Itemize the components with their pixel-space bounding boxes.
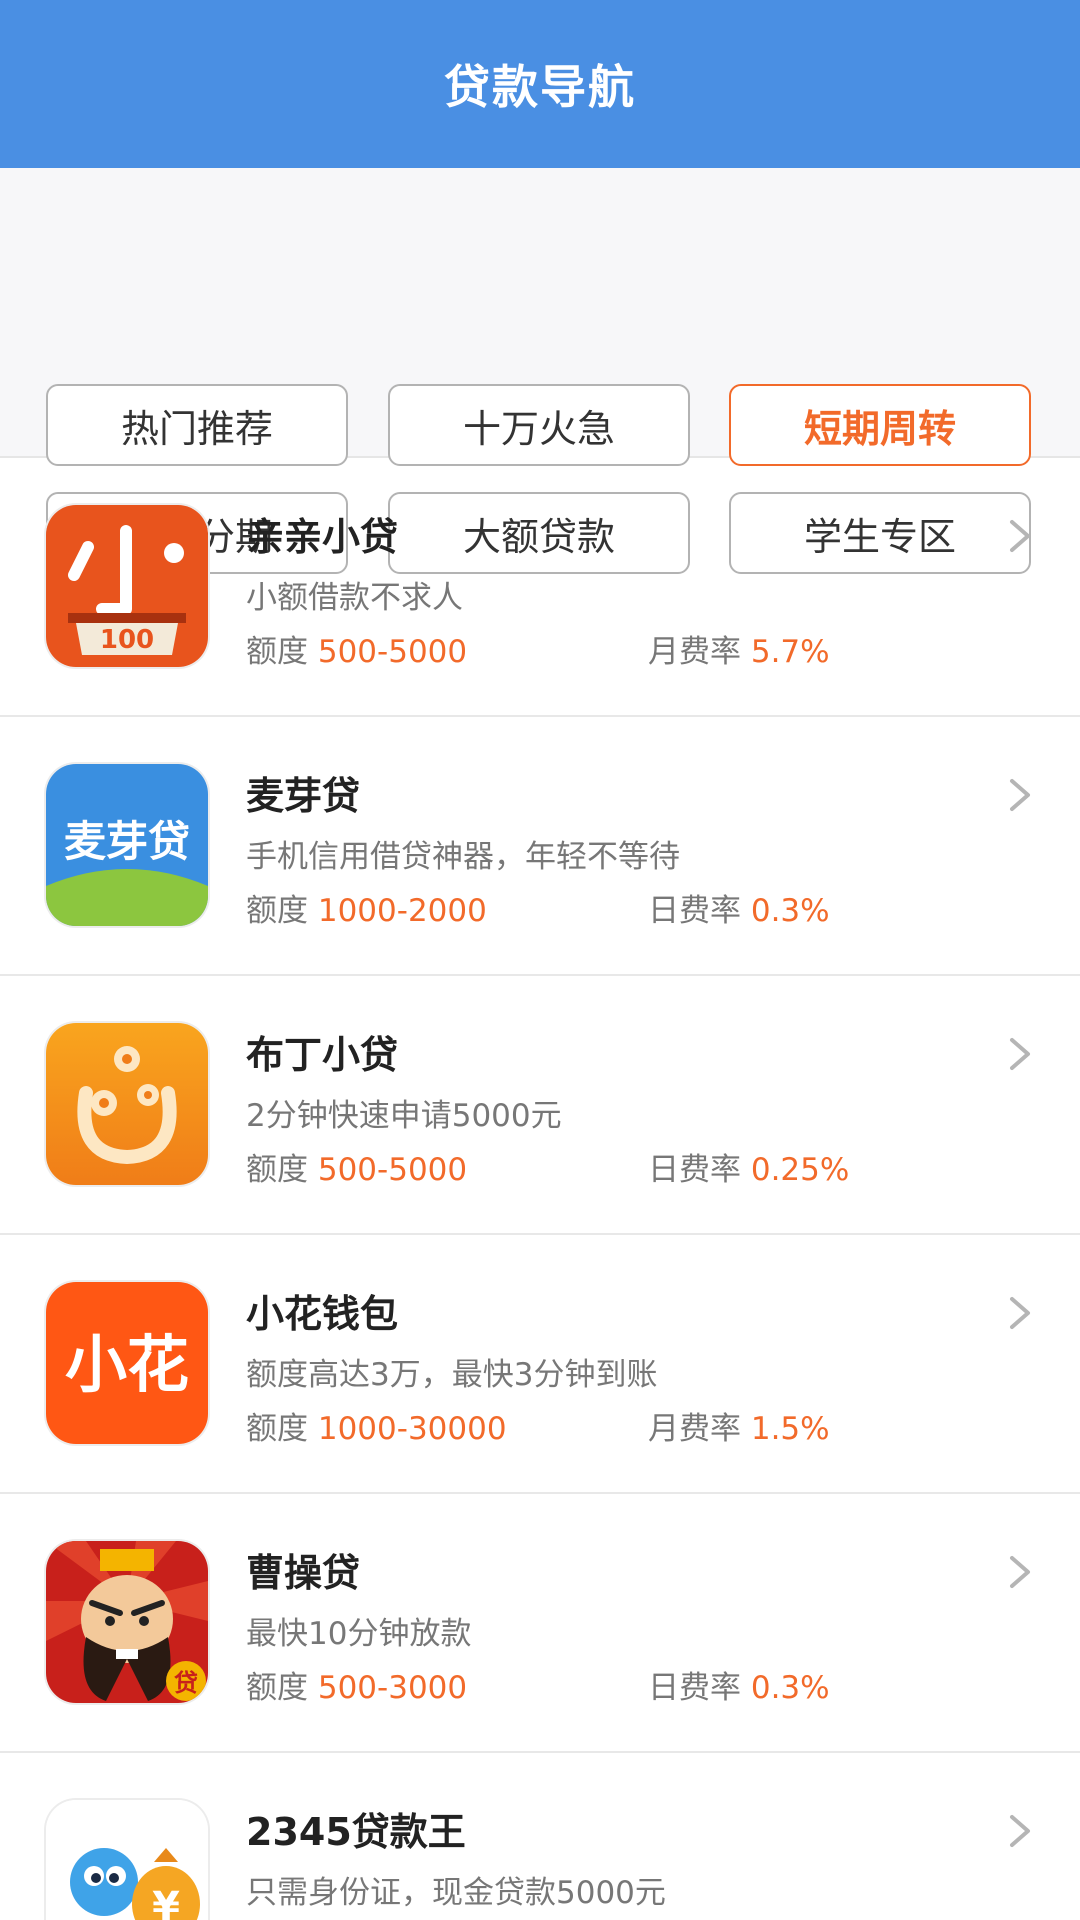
chevron-right-icon [1010,1297,1030,1329]
loan-item-caocao[interactable]: 贷 曹操贷 最快10分钟放款 额度 500-3000 日费率 0.3% [0,1494,1080,1753]
loan-name: 亲亲小贷 [246,515,399,559]
svg-text:100: 100 [100,625,154,655]
daikuanwang-icon: ¥ [46,1800,208,1920]
caocao-icon: 贷 [46,1541,208,1703]
loan-item-2345[interactable]: ¥ 2345贷款王 只需身份证，现金贷款5000元 [0,1753,1080,1920]
loan-item-maiya[interactable]: 麦芽贷 麦芽贷 手机信用借贷神器，年轻不等待 额度 1000-2000 日费率 … [0,717,1080,976]
loan-name: 布丁小贷 [246,1033,399,1077]
filter-urgent-button[interactable]: 十万火急 [388,384,690,466]
loan-amount: 额度 500-3000 [246,1670,468,1706]
loan-rate: 日费率 0.3% [648,1670,830,1706]
loan-rate: 月费率 5.7% [648,634,830,670]
svg-text:¥: ¥ [152,1884,180,1920]
page-title: 贷款导航 [444,60,636,114]
loan-rate: 日费率 0.25% [648,1152,850,1188]
loan-amount: 额度 500-5000 [246,1152,468,1188]
loan-name: 曹操贷 [246,1551,361,1595]
svg-text:贷: 贷 [174,1669,198,1697]
loan-rate: 日费率 0.3% [648,893,830,929]
loan-description: 小额借款不求人 [246,580,463,616]
loan-description: 只需身份证，现金贷款5000元 [246,1875,666,1911]
xiaohua-icon: 小花 [46,1282,208,1444]
svg-text:小花: 小花 [65,1328,189,1401]
loan-amount: 额度 1000-30000 [246,1411,507,1447]
loan-description: 最快10分钟放款 [246,1616,472,1652]
qinqin-icon: 100 [46,505,208,667]
buding-icon [46,1023,208,1185]
chevron-right-icon [1010,779,1030,811]
svg-text:麦芽贷: 麦芽贷 [64,817,190,866]
loan-item-xiaohua[interactable]: 小花 小花钱包 额度高达3万，最快3分钟到账 额度 1000-30000 月费率… [0,1235,1080,1494]
maiya-icon: 麦芽贷 [46,764,208,926]
loan-item-qinqin[interactable]: 100 亲亲小贷 小额借款不求人 额度 500-5000 月费率 5.7% [0,458,1080,717]
loan-description: 额度高达3万，最快3分钟到账 [246,1357,658,1393]
filter-short-term-button[interactable]: 短期周转 [729,384,1031,466]
chevron-right-icon [1010,1038,1030,1070]
app-header: 贷款导航 [0,0,1080,168]
loan-name: 小花钱包 [246,1292,399,1336]
loan-rate: 月费率 1.5% [648,1411,830,1447]
loan-name: 2345贷款王 [246,1810,466,1854]
chevron-right-icon [1010,1556,1030,1588]
loan-description: 手机信用借贷神器，年轻不等待 [246,839,680,875]
loan-amount: 额度 1000-2000 [246,893,487,929]
chevron-right-icon [1010,520,1030,552]
loan-name: 麦芽贷 [246,774,361,818]
filter-hot-recommend-button[interactable]: 热门推荐 [46,384,348,466]
category-filter-panel: 热门推荐 十万火急 短期周转 现金分期 大额贷款 学生专区 [0,168,1080,574]
loan-list: 100 亲亲小贷 小额借款不求人 额度 500-5000 月费率 5.7% 麦芽… [0,458,1080,1920]
chevron-right-icon [1010,1815,1030,1847]
loan-description: 2分钟快速申请5000元 [246,1098,562,1134]
loan-amount: 额度 500-5000 [246,634,468,670]
loan-item-buding[interactable]: 布丁小贷 2分钟快速申请5000元 额度 500-5000 日费率 0.25% [0,976,1080,1235]
